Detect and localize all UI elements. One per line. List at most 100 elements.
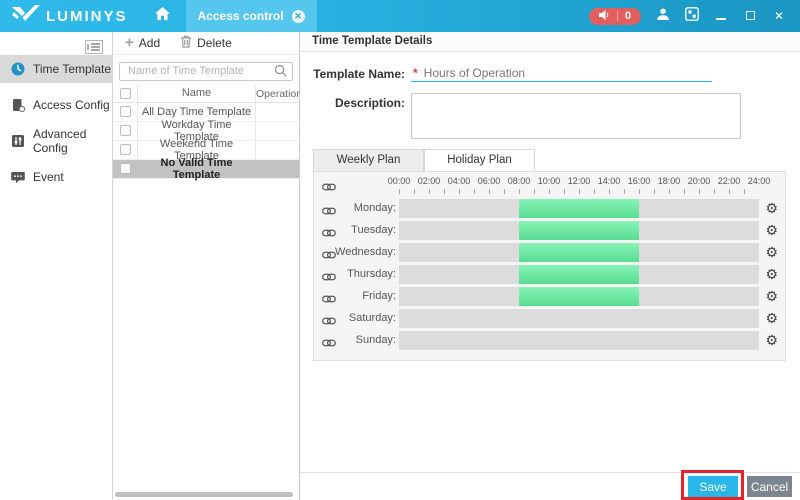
schedule-track[interactable] — [399, 265, 759, 284]
link-all-icon[interactable] — [322, 179, 336, 197]
row-operation-cell — [255, 160, 299, 178]
maximize-button[interactable] — [743, 9, 757, 23]
schedule-track[interactable] — [399, 243, 759, 262]
search-input[interactable] — [119, 62, 293, 81]
day-rows: Monday: ⚙ Tuesday: ⚙ Wednesday: ⚙ Thursd… — [314, 198, 785, 352]
time-axis-labels: 00:0002:0004:0006:0008:0010:0012:0014:00… — [399, 176, 759, 187]
search-icon[interactable] — [274, 64, 287, 82]
gear-icon[interactable]: ⚙ — [765, 220, 778, 241]
row-checkbox[interactable] — [120, 163, 131, 174]
schedule-row-wednesday: Wednesday: ⚙ — [314, 242, 785, 264]
gear-icon[interactable]: ⚙ — [765, 286, 778, 307]
time-axis-label: 10:00 — [538, 176, 561, 186]
time-axis-label: 00:00 — [388, 176, 411, 186]
row-checkbox-cell — [113, 141, 138, 159]
gear-icon[interactable]: ⚙ — [765, 264, 778, 285]
user-icon[interactable] — [656, 7, 670, 26]
schedule-track[interactable] — [399, 199, 759, 218]
table-row-no-valid-time-template[interactable]: No Valid Time Template — [113, 160, 299, 179]
clock-icon — [11, 62, 25, 76]
home-button[interactable] — [150, 0, 176, 32]
titlebar: LUMINYS Access control ✕ 0 — [0, 0, 800, 32]
time-axis-ticks — [399, 189, 759, 194]
template-name-label: Template Name: — [300, 67, 405, 81]
schedule-segment[interactable] — [519, 199, 639, 218]
required-marker: * — [413, 66, 418, 80]
time-axis-label: 12:00 — [568, 176, 591, 186]
row-checkbox[interactable] — [120, 125, 131, 136]
tab-close-icon[interactable]: ✕ — [292, 10, 305, 23]
brand: LUMINYS — [12, 5, 128, 28]
schedule-track[interactable] — [399, 331, 759, 350]
description-textarea[interactable] — [411, 93, 741, 139]
add-label: Add — [139, 36, 160, 50]
schedule-track[interactable] — [399, 221, 759, 240]
close-button[interactable]: ✕ — [772, 9, 786, 23]
collapse-sidebar-icon[interactable] — [85, 40, 103, 54]
notification-count: 0 — [625, 10, 631, 22]
weekly-plan-panel: 00:0002:0004:0006:0008:0010:0012:0014:00… — [313, 171, 786, 361]
cancel-button[interactable]: Cancel — [747, 476, 792, 497]
template-name-input[interactable] — [424, 66, 712, 80]
tab-label: Access control — [198, 9, 284, 23]
row-checkbox[interactable] — [120, 144, 131, 155]
tab-weekly-plan[interactable]: Weekly Plan — [313, 149, 424, 171]
day-label: Thursday: — [328, 264, 396, 285]
column-header-operation: Operation — [255, 85, 299, 102]
tab-holiday-plan[interactable]: Holiday Plan — [424, 149, 535, 171]
details-footer: Save Cancel — [300, 472, 800, 500]
schedule-track[interactable] — [399, 287, 759, 306]
gear-icon[interactable]: ⚙ — [765, 330, 778, 351]
list-toolbar: + Add Delete — [113, 32, 299, 55]
sidebar: Time Template Access Config Advanced Con… — [0, 32, 113, 500]
time-axis-label: 20:00 — [688, 176, 711, 186]
time-template-table: Name Operation All Day Time Template Wor… — [113, 85, 299, 179]
schedule-row-sunday: Sunday: ⚙ — [314, 330, 785, 352]
luminys-logo-icon — [12, 5, 40, 28]
search-box — [119, 61, 293, 81]
save-button[interactable]: Save — [688, 476, 738, 497]
sidebar-item-time-template[interactable]: Time Template — [0, 55, 112, 83]
row-checkbox-cell — [113, 103, 138, 121]
gear-icon[interactable]: ⚙ — [765, 198, 778, 219]
gear-icon[interactable]: ⚙ — [765, 242, 778, 263]
tab-access-control[interactable]: Access control ✕ — [186, 0, 317, 32]
speaker-icon — [599, 7, 610, 25]
row-operation-cell — [255, 103, 299, 121]
schedule-segment[interactable] — [519, 265, 639, 284]
schedule-track[interactable] — [399, 309, 759, 328]
row-operation-cell — [255, 141, 299, 159]
schedule-segment[interactable] — [519, 287, 639, 306]
day-label: Tuesday: — [328, 220, 396, 241]
schedule-row-saturday: Saturday: ⚙ — [314, 308, 785, 330]
select-all-checkbox[interactable] — [120, 88, 131, 99]
notification-badge[interactable]: 0 — [589, 8, 641, 25]
sidebar-item-advanced-config[interactable]: Advanced Config — [0, 127, 112, 155]
sidebar-items: Time Template Access Config Advanced Con… — [0, 55, 112, 199]
sidebar-item-label: Access Config — [33, 98, 110, 112]
gear-icon[interactable]: ⚙ — [765, 308, 778, 329]
trash-icon — [180, 35, 192, 51]
sidebar-item-label: Event — [33, 170, 64, 184]
row-checkbox-cell — [113, 122, 138, 140]
minimize-button[interactable] — [714, 9, 728, 23]
day-label: Wednesday: — [328, 242, 396, 263]
delete-button[interactable]: Delete — [180, 35, 232, 51]
plan-tabs: Weekly PlanHoliday Plan — [313, 149, 535, 171]
schedule-segment[interactable] — [519, 221, 639, 240]
delete-label: Delete — [197, 36, 232, 50]
schedule-segment[interactable] — [519, 243, 639, 262]
remote-assist-icon[interactable] — [685, 7, 699, 26]
sidebar-item-label: Time Template — [33, 62, 111, 76]
sidebar-item-access-config[interactable]: Access Config — [0, 91, 112, 119]
horizontal-scrollbar[interactable] — [115, 492, 293, 497]
sidebar-item-event[interactable]: Event — [0, 163, 112, 191]
add-button[interactable]: + Add — [125, 36, 160, 50]
day-label: Friday: — [328, 286, 396, 307]
divider — [617, 11, 618, 21]
row-checkbox[interactable] — [120, 106, 131, 117]
day-label: Saturday: — [328, 308, 396, 329]
time-axis-label: 24:00 — [748, 176, 771, 186]
plus-icon: + — [125, 37, 134, 49]
time-template-list-panel: + Add Delete Name Operation — [113, 32, 300, 500]
